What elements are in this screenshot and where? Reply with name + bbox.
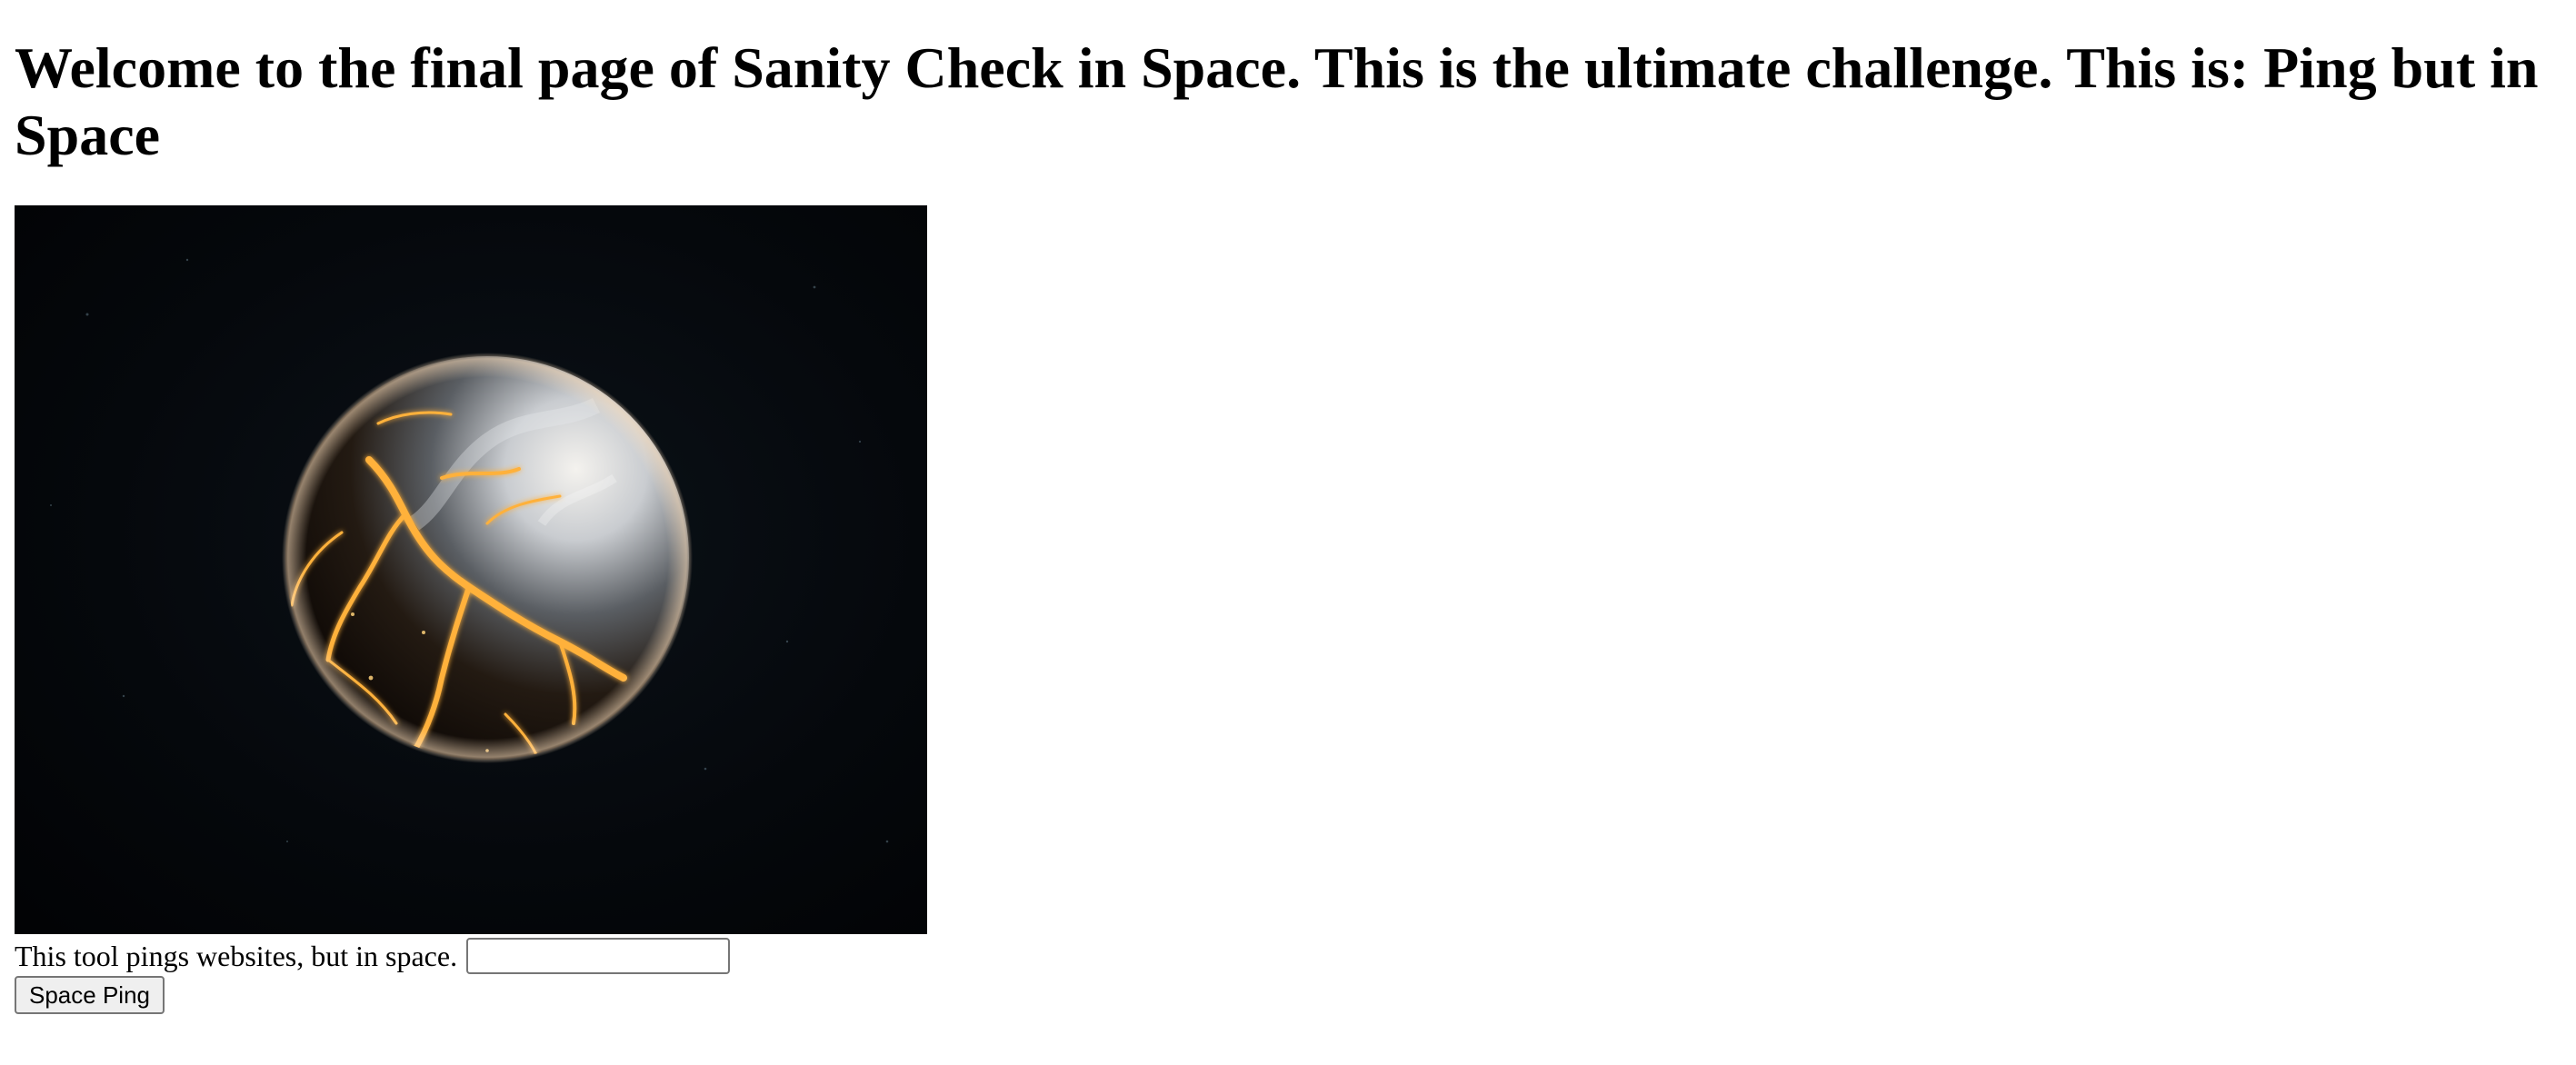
page-heading: Welcome to the final page of Sanity Chec… bbox=[15, 35, 2539, 167]
ping-description-label: This tool pings websites, but in space. bbox=[15, 940, 458, 972]
cracked-planet-icon bbox=[15, 205, 927, 934]
space-ping-button[interactable]: Space Ping bbox=[15, 976, 165, 1014]
ping-target-input[interactable] bbox=[466, 938, 731, 974]
ping-form: This tool pings websites, but in space. bbox=[15, 936, 2576, 976]
planet-image bbox=[15, 205, 927, 934]
page: Welcome to the final page of Sanity Chec… bbox=[0, 0, 2576, 1014]
